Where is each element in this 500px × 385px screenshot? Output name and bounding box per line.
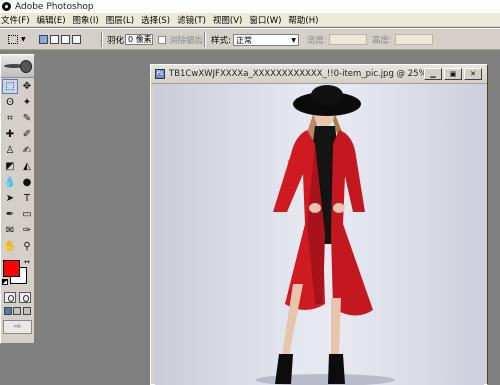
style-select[interactable]: 正常 ▼: [233, 34, 299, 46]
checkbox-icon: [158, 35, 166, 44]
style-value: 正常: [236, 35, 252, 45]
menu-view[interactable]: 视图(V): [213, 14, 242, 26]
move-tool-icon[interactable]: ✥: [19, 79, 35, 94]
tool-preset-picker[interactable]: ▼: [8, 33, 30, 46]
title-bar: Adobe Photoshop: [0, 0, 500, 13]
image-canvas[interactable]: [155, 84, 484, 385]
app-title: Adobe Photoshop: [15, 1, 94, 12]
options-bar: ▼ 羽化: 0 像素 消除锯齿 样式: 正常 ▼ 宽度: 高度:: [0, 28, 500, 50]
lasso-tool-icon[interactable]: ʘ: [2, 95, 18, 110]
imageready-icon: ⇨: [13, 322, 22, 332]
selection-mode-group: [39, 33, 81, 46]
feather-label: 羽化:: [107, 35, 127, 46]
menu-layer[interactable]: 图层(L): [106, 14, 134, 26]
swap-colors-icon[interactable]: ↔: [24, 258, 30, 266]
toolbox-header[interactable]: [1, 55, 34, 78]
type-tool-icon[interactable]: T: [19, 191, 35, 206]
separator: [101, 32, 103, 47]
add-to-selection-button[interactable]: [50, 35, 59, 44]
eyedropper-tool-icon[interactable]: ✑: [19, 223, 35, 238]
marquee-tool-icon[interactable]: ⬚: [2, 79, 18, 94]
left-hand: [309, 203, 321, 213]
new-selection-button[interactable]: [39, 35, 48, 44]
default-colors-icon[interactable]: [2, 279, 8, 285]
document-title: TB1CwXWJFXXXXa_XXXXXXXXXXXX_!!0-item_pic…: [169, 69, 424, 79]
fullscreen-menu-icon[interactable]: [13, 307, 22, 315]
width-label: 宽度:: [307, 35, 327, 46]
close-icon[interactable]: ✕: [464, 68, 482, 80]
zoom-tool-icon[interactable]: ⚲: [19, 239, 35, 254]
document-window: Ps TB1CwXWJFXXXXa_XXXXXXXXXXXX_!!0-item_…: [150, 64, 488, 385]
menu-bar: 文件(F) 编辑(E) 图象(I) 图层(L) 选择(S) 滤镜(T) 视图(V…: [0, 13, 500, 27]
menu-image[interactable]: 图象(I): [73, 14, 99, 26]
menu-help[interactable]: 帮助(H): [288, 14, 318, 26]
red-coat-right: [331, 130, 373, 316]
pen-tool-icon[interactable]: ✒: [2, 207, 18, 222]
menu-file[interactable]: 文件(F): [1, 14, 30, 26]
paint-bucket-tool-icon[interactable]: ◭: [19, 159, 35, 174]
color-swatches: ↔: [1, 258, 34, 290]
separator: [204, 32, 206, 47]
magic-wand-tool-icon[interactable]: ✦: [19, 95, 35, 110]
antialias-checkbox[interactable]: 消除锯齿: [158, 33, 203, 46]
window-controls: ▁ ▣ ✕: [424, 68, 482, 80]
left-boot: [275, 354, 293, 384]
menu-window[interactable]: 窗口(W): [249, 14, 281, 26]
photoshop-feather-logo: [3, 59, 32, 73]
tool-grid: ⬚ ✥ ʘ ✦ ⌗ ✎ ✚ ✐ ♙ ✍ ◩ ◭ 💧 ● ➤ T ✒ ▭ ✉ ✑ …: [1, 78, 34, 254]
left-leg: [282, 284, 303, 356]
intersect-selection-button[interactable]: [72, 35, 81, 44]
toolbox: ⬚ ✥ ʘ ✦ ⌗ ✎ ✚ ✐ ♙ ✍ ◩ ◭ 💧 ● ➤ T ✒ ▭ ✉ ✑ …: [0, 54, 35, 344]
style-label: 样式:: [211, 35, 231, 46]
document-title-bar[interactable]: Ps TB1CwXWJFXXXXa_XXXXXXXXXXXX_!!0-item_…: [151, 65, 487, 84]
hand-tool-icon[interactable]: ✋: [2, 239, 18, 254]
standard-mode-icon[interactable]: [4, 292, 17, 303]
standard-screen-icon[interactable]: [3, 307, 12, 315]
height-input[interactable]: [395, 34, 433, 45]
path-selection-tool-icon[interactable]: ➤: [2, 191, 18, 206]
brush-tool-icon[interactable]: ✐: [19, 127, 35, 142]
model-photo: [255, 85, 395, 385]
history-brush-tool-icon[interactable]: ✍: [19, 143, 35, 158]
quickmask-mode-icon[interactable]: [18, 292, 31, 303]
notes-tool-icon[interactable]: ✉: [2, 223, 18, 238]
maximize-icon[interactable]: ▣: [444, 68, 462, 80]
menu-select[interactable]: 选择(S): [141, 14, 170, 26]
jump-to-imageready-button[interactable]: ⇨: [3, 320, 32, 334]
photoshop-app-icon: [2, 2, 11, 11]
menu-filter[interactable]: 滤镜(T): [177, 14, 206, 26]
foreground-color-swatch[interactable]: [3, 260, 20, 277]
width-input[interactable]: [329, 34, 367, 45]
healing-brush-tool-icon[interactable]: ✚: [2, 127, 18, 142]
feather-input[interactable]: 0 像素: [125, 34, 153, 45]
right-hand: [333, 203, 345, 213]
dodge-tool-icon[interactable]: ●: [19, 175, 35, 190]
edit-mode-group: [1, 290, 34, 305]
rect-marquee-icon: [8, 35, 18, 44]
shape-tool-icon[interactable]: ▭: [19, 207, 35, 222]
blur-tool-icon[interactable]: 💧: [2, 175, 18, 190]
eraser-tool-icon[interactable]: ◩: [2, 159, 18, 174]
fullscreen-icon[interactable]: [23, 307, 32, 315]
document-icon: Ps: [155, 69, 165, 79]
clone-stamp-tool-icon[interactable]: ♙: [2, 143, 18, 158]
height-label: 高度:: [372, 35, 392, 46]
antialias-label: 消除锯齿: [169, 35, 204, 46]
minimize-icon[interactable]: ▁: [424, 68, 442, 80]
chevron-down-icon: ▼: [21, 36, 26, 43]
right-leg: [331, 298, 341, 356]
subtract-selection-button[interactable]: [61, 35, 70, 44]
menu-edit[interactable]: 编辑(E): [37, 14, 66, 26]
slice-tool-icon[interactable]: ✎: [19, 111, 35, 126]
chevron-down-icon: ▼: [291, 36, 296, 44]
right-boot: [328, 354, 345, 384]
crop-tool-icon[interactable]: ⌗: [2, 111, 18, 126]
screen-mode-group: [1, 305, 34, 317]
